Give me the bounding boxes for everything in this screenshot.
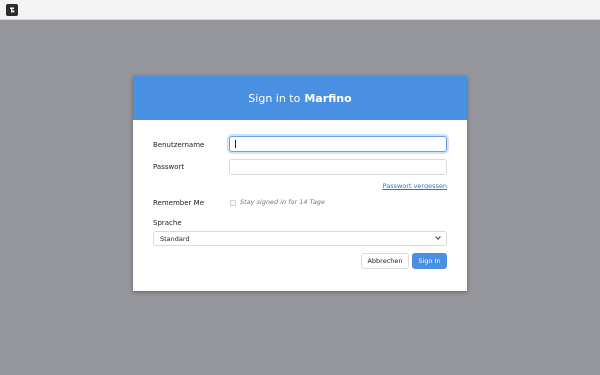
remember-me-label: Remember Me [153, 199, 204, 207]
cancel-button[interactable]: Abbrechen [361, 253, 409, 269]
sign-in-button[interactable]: Sign In [412, 253, 447, 269]
language-select-value: Standard [160, 234, 190, 243]
password-label: Passwort [153, 163, 185, 171]
dialog-title-app: Marfino [304, 91, 352, 105]
username-label: Benutzername [153, 141, 205, 149]
chevron-down-icon [435, 234, 441, 240]
dialog-header: Sign in to Marfino [133, 76, 467, 120]
text-caret [235, 140, 236, 148]
remember-me-checkbox[interactable] [230, 200, 236, 206]
app-logo-icon[interactable] [6, 4, 18, 16]
language-select[interactable]: Standard [153, 231, 447, 246]
forgot-password-link[interactable]: Passwort vergessen [383, 182, 447, 190]
sign-in-dialog: Sign in to Marfino Benutzername Passwort… [133, 76, 467, 291]
language-label: Sprache [153, 219, 182, 227]
dialog-title: Sign in to [248, 91, 301, 105]
password-input[interactable] [229, 159, 447, 175]
username-input[interactable] [229, 136, 447, 152]
remember-me-hint: Stay signed in for 14 Tage [240, 198, 325, 206]
top-bar [0, 0, 600, 20]
